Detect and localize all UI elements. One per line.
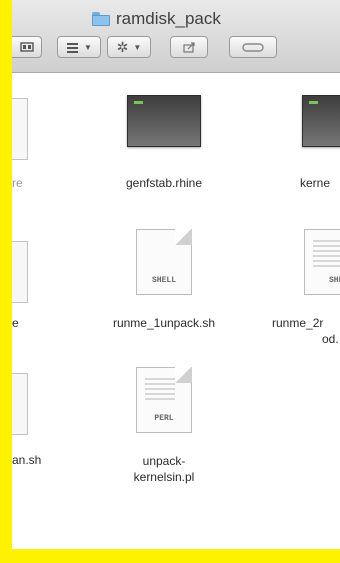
shell-script-icon: SHE bbox=[304, 229, 340, 295]
terminal-exec-icon bbox=[302, 95, 340, 147]
file-name-line: runme_2r bbox=[272, 316, 324, 330]
file-badge: PERL bbox=[154, 414, 174, 423]
file-icon-grid: re genfstab.rhine kerne e SHELL runme_1u… bbox=[12, 73, 340, 549]
page-fold-icon bbox=[175, 229, 192, 245]
tags-icon bbox=[242, 42, 264, 52]
file-name: unpack- kernelsin.pl bbox=[104, 453, 224, 485]
tags-button[interactable] bbox=[229, 36, 277, 58]
finder-window: ramdisk_pack ▼ ✲ ▼ re genfstab.rhine ker… bbox=[12, 0, 340, 549]
file-icon bbox=[12, 241, 28, 303]
chevron-down-icon: ▼ bbox=[84, 42, 92, 52]
share-button[interactable] bbox=[170, 36, 208, 58]
file-name: runme_2r od. bbox=[272, 315, 339, 347]
action-button[interactable]: ✲ ▼ bbox=[107, 36, 151, 58]
window-title: ramdisk_pack bbox=[92, 8, 221, 30]
window-title-text: ramdisk_pack bbox=[116, 9, 221, 28]
gear-icon: ✲ bbox=[116, 38, 129, 55]
share-icon bbox=[182, 41, 195, 53]
arrange-button[interactable]: ▼ bbox=[57, 36, 101, 58]
file-name-line: unpack- bbox=[142, 454, 186, 468]
view-icon bbox=[19, 42, 34, 52]
file-name: kerne bbox=[300, 176, 331, 190]
titlebar[interactable]: ramdisk_pack ▼ ✲ ▼ bbox=[12, 0, 340, 73]
file-badge: SHELL bbox=[151, 276, 176, 285]
file-name: runme_1unpack.sh bbox=[112, 316, 216, 330]
page-fold-icon bbox=[175, 367, 192, 383]
view-mode-button[interactable] bbox=[12, 36, 42, 58]
file-name: re bbox=[12, 176, 23, 190]
folder-icon bbox=[92, 12, 110, 26]
arrange-icon bbox=[67, 42, 79, 53]
file-name: an.sh bbox=[12, 453, 42, 467]
file-icon bbox=[12, 98, 28, 160]
chevron-down-icon: ▼ bbox=[133, 42, 142, 52]
terminal-exec-icon bbox=[127, 95, 201, 147]
file-badge: SHE bbox=[329, 276, 340, 285]
file-name-line: od. bbox=[322, 332, 339, 346]
file-name-line: kernelsin.pl bbox=[133, 470, 195, 484]
file-name: genfstab.rhine bbox=[125, 176, 203, 190]
file-name: e bbox=[12, 316, 19, 330]
file-icon bbox=[12, 373, 28, 435]
